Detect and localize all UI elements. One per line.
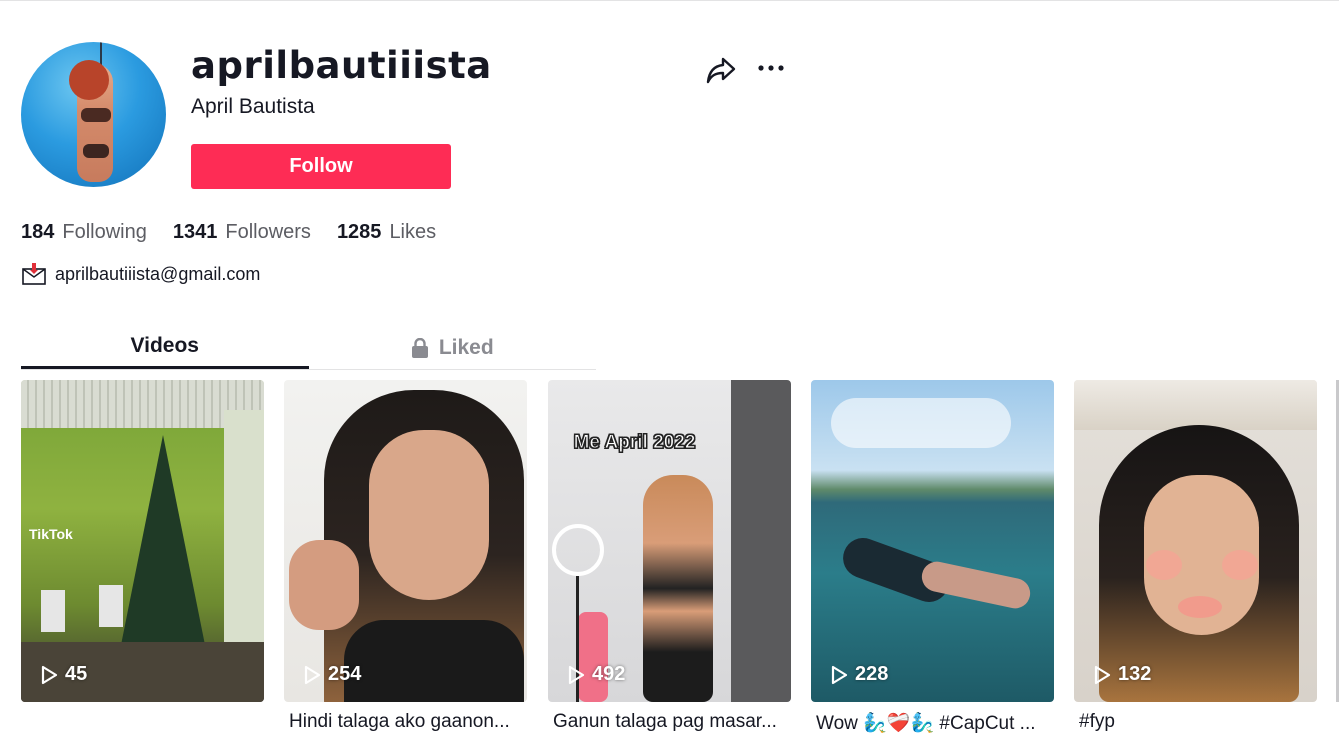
thumb-detail <box>831 398 1011 448</box>
thumb-detail <box>41 590 65 632</box>
stat-number: 184 <box>21 221 55 243</box>
tab-videos-label: Videos <box>130 334 199 357</box>
nickname: April Bautista <box>191 95 315 118</box>
tab-liked-label: Liked <box>438 335 494 359</box>
play-count: 45 <box>39 663 87 686</box>
mail-icon <box>22 263 46 285</box>
play-count-value: 228 <box>855 663 889 685</box>
thumb-detail <box>99 585 123 627</box>
video-caption[interactable]: Hindi talaga ako gaanon... <box>289 711 524 733</box>
play-count: 228 <box>829 663 888 686</box>
thumb-detail <box>919 558 1033 612</box>
play-count-value: 254 <box>328 663 362 685</box>
play-count: 492 <box>566 663 625 686</box>
play-icon <box>1094 665 1111 684</box>
stat-number: 1341 <box>172 221 218 243</box>
avatar[interactable] <box>21 42 166 187</box>
play-count: 254 <box>302 663 361 686</box>
avatar-detail <box>83 144 109 158</box>
play-icon <box>831 665 848 684</box>
bio: aprilbautiiista@gmail.com <box>21 262 260 286</box>
thumb-detail <box>643 475 713 702</box>
stat-label: Following <box>62 221 147 243</box>
watermark: TikTok <box>29 526 73 542</box>
video-caption[interactable]: Wow 🧞‍♂️❤️‍🩹🧞‍♂️ #CapCut ... <box>816 711 1051 735</box>
profile-tabs: Videos Liked <box>21 326 596 370</box>
play-count-value: 45 <box>65 663 88 685</box>
tab-videos[interactable]: Videos <box>21 326 309 369</box>
video-thumbnail[interactable]: 254 <box>284 380 527 702</box>
username: aprilbautiiista <box>191 44 492 87</box>
thumb-detail <box>552 524 604 576</box>
stat-following[interactable]: 184 Following <box>21 221 147 244</box>
thumbnail-overlay-text: Me April 2022 <box>573 432 696 454</box>
thumb-detail <box>289 540 359 630</box>
play-icon <box>568 665 585 684</box>
thumb-detail <box>1222 550 1258 580</box>
follow-button[interactable]: Follow <box>191 144 451 189</box>
thumb-detail <box>1146 550 1182 580</box>
video-caption[interactable]: Ganun talaga pag masar... <box>553 711 788 733</box>
more-icon[interactable] <box>756 58 786 78</box>
play-count-value: 492 <box>592 663 626 685</box>
profile-stats: 184 Following 1341 Followers 1285 Likes <box>21 221 462 244</box>
stat-label: Followers <box>225 221 311 243</box>
bio-email: aprilbautiiista@gmail.com <box>55 263 261 284</box>
lock-icon <box>411 337 428 358</box>
video-thumbnail[interactable]: TikTok 45 <box>21 380 264 702</box>
share-icon[interactable] <box>705 55 737 85</box>
play-count: 132 <box>1092 663 1151 686</box>
video-card[interactable]: Me April 2022 492 Ganun talaga pag masar… <box>548 380 791 732</box>
thumb-detail <box>578 612 608 702</box>
video-thumbnail[interactable]: 132 <box>1074 380 1317 702</box>
thumb-detail <box>1178 596 1222 618</box>
video-card[interactable]: TikTok 45 <box>21 380 264 702</box>
play-icon <box>41 665 58 684</box>
stat-followers[interactable]: 1341 Followers <box>173 221 311 244</box>
video-thumbnail[interactable]: Me April 2022 492 <box>548 380 791 702</box>
video-card[interactable]: 228 Wow 🧞‍♂️❤️‍🩹🧞‍♂️ #CapCut ... <box>811 380 1054 734</box>
video-card[interactable]: 254 Hindi talaga ako gaanon... <box>284 380 527 732</box>
play-count-value: 132 <box>1118 663 1152 685</box>
thumb-detail <box>369 430 489 600</box>
video-card[interactable]: 132 #fyp <box>1074 380 1317 732</box>
thumb-detail <box>121 435 205 645</box>
stat-label: Likes <box>389 221 437 243</box>
video-thumbnail[interactable]: 228 <box>811 380 1054 702</box>
avatar-detail <box>81 108 111 122</box>
thumb-detail <box>731 380 791 702</box>
play-icon <box>304 665 321 684</box>
thumb-detail <box>1074 380 1317 430</box>
thumb-detail <box>344 620 524 702</box>
video-caption[interactable]: #fyp <box>1079 711 1314 733</box>
top-border <box>0 0 1339 1</box>
tab-liked[interactable]: Liked <box>309 326 597 369</box>
thumb-detail <box>224 410 264 642</box>
stat-number: 1285 <box>336 221 382 243</box>
avatar-hair <box>69 60 109 100</box>
stat-likes: 1285 Likes <box>337 221 436 244</box>
